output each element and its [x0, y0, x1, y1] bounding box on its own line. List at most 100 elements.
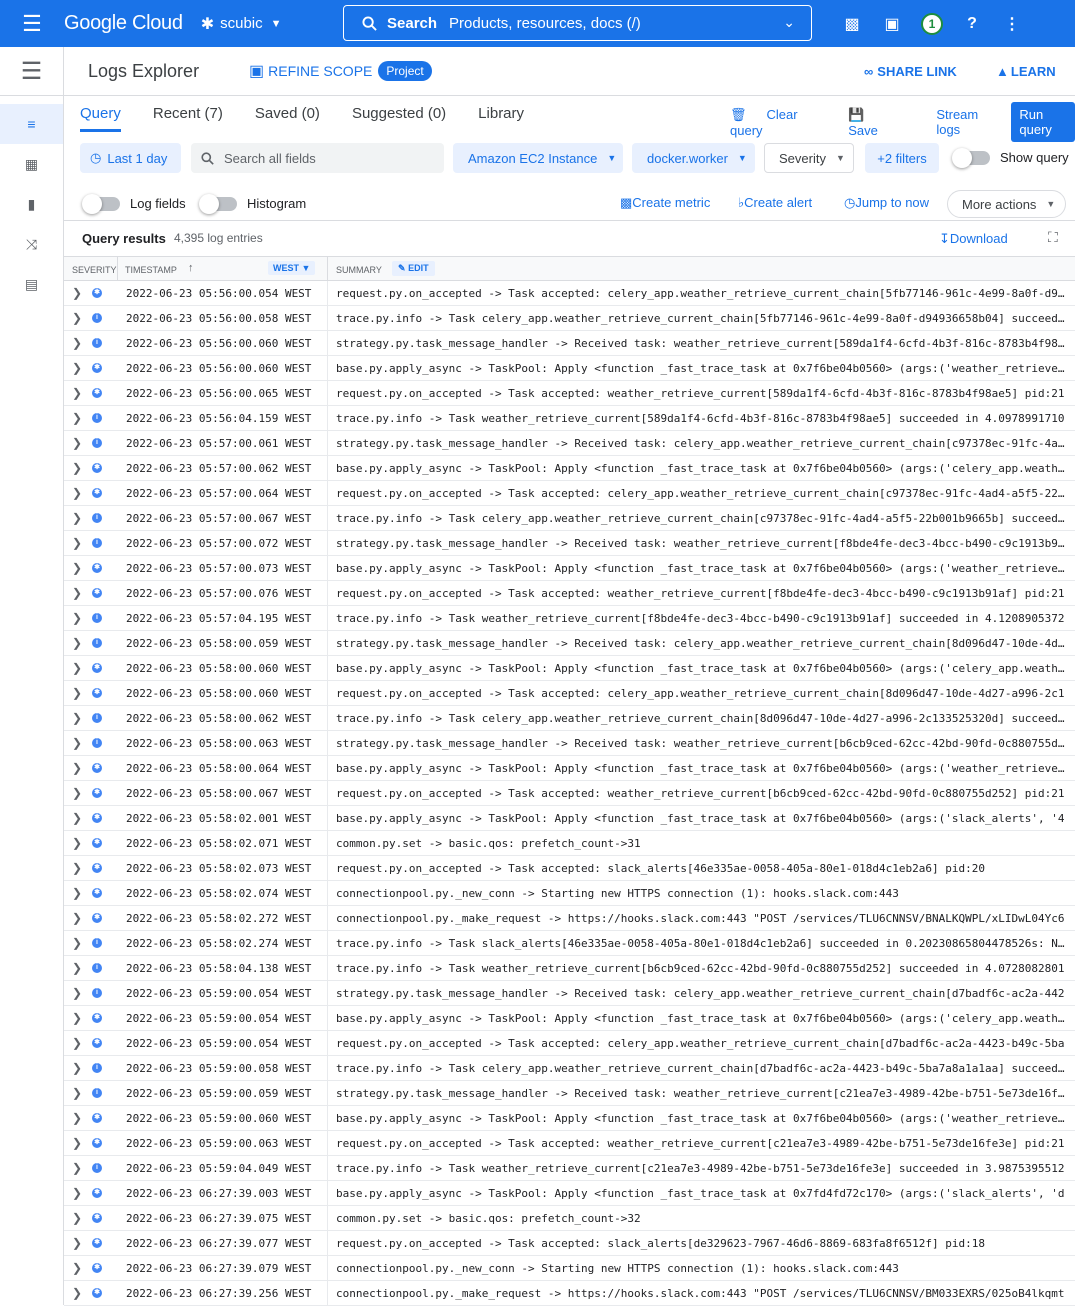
table-row[interactable]: ❯ ✱ 2022-06-23 05:57:00.062 WEST base.py.ap… [64, 456, 1075, 481]
logs-explorer-nav-icon[interactable]: ≡ [0, 104, 63, 144]
expand-chevron-icon[interactable]: ❯ [72, 611, 82, 625]
stream-logs-button[interactable]: Stream logs [936, 107, 991, 137]
refine-scope-button[interactable]: ▣ REFINE SCOPE Project [249, 61, 432, 81]
toggle-switch[interactable] [199, 193, 237, 214]
expand-chevron-icon[interactable]: ❯ [72, 711, 82, 725]
edit-summary-button[interactable]: ✎ EDIT [392, 261, 435, 276]
severity-filter-dropdown[interactable]: Severity ▼ [764, 143, 854, 173]
table-row[interactable]: ❯ ✱ 2022-06-23 05:58:00.060 WEST request.py… [64, 681, 1075, 706]
expand-chevron-icon[interactable]: ❯ [72, 461, 82, 475]
log-fields-toggle[interactable]: Log fields [82, 193, 186, 214]
table-row[interactable]: ❯ i 2022-06-23 05:57:00.061 WEST strategy.p… [64, 431, 1075, 456]
more-filters-chip[interactable]: +2 filters [865, 143, 939, 173]
table-row[interactable]: ❯ ✱ 2022-06-23 05:58:00.067 WEST request.py… [64, 781, 1075, 806]
sort-arrow-icon[interactable]: ↑ [188, 262, 194, 274]
table-row[interactable]: ❯ ✱ 2022-06-23 05:58:00.060 WEST base.py.ap… [64, 656, 1075, 681]
expand-chevron-icon[interactable]: ❯ [72, 886, 82, 900]
table-row[interactable]: ❯ ✱ 2022-06-23 05:57:00.064 WEST request.py… [64, 481, 1075, 506]
timezone-selector[interactable]: WEST ▼ [268, 261, 316, 275]
menu-icon[interactable]: ☰ [0, 11, 64, 37]
table-row[interactable]: ❯ i 2022-06-23 05:58:00.063 WEST strategy.p… [64, 731, 1075, 756]
clear-query-button[interactable]: 🗑 Clear query [730, 107, 828, 138]
table-row[interactable]: ❯ i 2022-06-23 05:59:00.058 WEST trace.py.i… [64, 1056, 1075, 1081]
table-row[interactable]: ❯ ✱ 2022-06-23 05:58:02.073 WEST request.py… [64, 856, 1075, 881]
severity-column-header[interactable]: SEVERITY [72, 265, 117, 275]
expand-chevron-icon[interactable]: ❯ [72, 1161, 82, 1175]
expand-chevron-icon[interactable]: ❯ [72, 1211, 82, 1225]
dashboard-nav-icon[interactable]: ▦ [0, 144, 63, 184]
table-row[interactable]: ❯ ✱ 2022-06-23 05:59:00.054 WEST request.py… [64, 1031, 1075, 1056]
table-row[interactable]: ❯ ✱ 2022-06-23 05:58:02.001 WEST base.py.ap… [64, 806, 1075, 831]
table-row[interactable]: ❯ ✱ 2022-06-23 05:58:02.074 WEST connection… [64, 881, 1075, 906]
create-alert-button[interactable]: ♭Create alert [738, 195, 812, 211]
expand-chevron-icon[interactable]: ❯ [72, 536, 82, 550]
expand-chevron-icon[interactable]: ❯ [72, 1011, 82, 1025]
table-row[interactable]: ❯ i 2022-06-23 05:59:00.054 WEST strategy.p… [64, 981, 1075, 1006]
expand-chevron-icon[interactable]: ❯ [72, 1286, 82, 1300]
table-row[interactable]: ❯ ✱ 2022-06-23 05:56:00.065 WEST request.py… [64, 381, 1075, 406]
expand-chevron-icon[interactable]: ❯ [72, 936, 82, 950]
expand-chevron-icon[interactable]: ❯ [72, 1186, 82, 1200]
create-metric-button[interactable]: ▩Create metric [620, 195, 710, 211]
expand-chevron-icon[interactable]: ❯ [72, 1136, 82, 1150]
time-range-chip[interactable]: ◷ Last 1 day [80, 143, 181, 173]
tab-query[interactable]: Query [64, 105, 137, 132]
tab-recent[interactable]: Recent (7) [137, 105, 239, 132]
table-row[interactable]: ❯ ✱ 2022-06-23 06:27:39.003 WEST base.py.ap… [64, 1181, 1075, 1206]
table-row[interactable]: ❯ i 2022-06-23 05:57:00.067 WEST trace.py.i… [64, 506, 1075, 531]
table-row[interactable]: ❯ ✱ 2022-06-23 05:58:02.272 WEST connection… [64, 906, 1075, 931]
table-row[interactable]: ❯ ✱ 2022-06-23 06:27:39.077 WEST request.py… [64, 1231, 1075, 1256]
expand-chevron-icon[interactable]: ❯ [72, 286, 82, 300]
expand-chevron-icon[interactable]: ❯ [72, 786, 82, 800]
expand-chevron-icon[interactable]: ❯ [72, 811, 82, 825]
table-row[interactable]: ❯ ✱ 2022-06-23 05:57:00.076 WEST request.py… [64, 581, 1075, 606]
search-all-fields-input[interactable]: Search all fields [191, 143, 444, 173]
run-query-button[interactable]: Run query [1011, 102, 1075, 142]
expand-chevron-icon[interactable]: ❯ [72, 411, 82, 425]
expand-chevron-icon[interactable]: ❯ [72, 1086, 82, 1100]
expand-chevron-icon[interactable]: ❯ [72, 1261, 82, 1275]
expand-chevron-icon[interactable]: ❯ [72, 686, 82, 700]
table-row[interactable]: ❯ ✱ 2022-06-23 06:27:39.256 WEST connection… [64, 1281, 1075, 1306]
expand-chevron-icon[interactable]: ❯ [72, 361, 82, 375]
chevron-down-icon[interactable]: ⌄ [783, 14, 795, 31]
expand-chevron-icon[interactable]: ❯ [72, 736, 82, 750]
metrics-nav-icon[interactable]: ▮ [0, 184, 63, 224]
table-row[interactable]: ❯ ✱ 2022-06-23 05:59:00.054 WEST base.py.ap… [64, 1006, 1075, 1031]
more-vert-icon[interactable]: ⋮ [992, 14, 1032, 34]
learn-button[interactable]: ▲ LEARN [996, 64, 1056, 79]
table-row[interactable]: ❯ ✱ 2022-06-23 05:58:02.071 WEST common.py.… [64, 831, 1075, 856]
expand-chevron-icon[interactable]: ❯ [72, 636, 82, 650]
table-row[interactable]: ❯ i 2022-06-23 05:59:04.049 WEST trace.py.i… [64, 1156, 1075, 1181]
table-row[interactable]: ❯ i 2022-06-23 05:57:00.072 WEST strategy.p… [64, 531, 1075, 556]
cloud-shell-icon[interactable]: ▣ [872, 14, 912, 34]
expand-chevron-icon[interactable]: ❯ [72, 436, 82, 450]
table-row[interactable]: ❯ ✱ 2022-06-23 05:56:00.060 WEST base.py.ap… [64, 356, 1075, 381]
expand-chevron-icon[interactable]: ❯ [72, 586, 82, 600]
table-row[interactable]: ❯ i 2022-06-23 05:59:00.059 WEST strategy.p… [64, 1081, 1075, 1106]
storage-nav-icon[interactable]: ▤ [0, 264, 63, 304]
expand-chevron-icon[interactable]: ❯ [72, 511, 82, 525]
gift-icon[interactable]: ▩ [832, 14, 872, 34]
expand-chevron-icon[interactable]: ❯ [72, 336, 82, 350]
table-row[interactable]: ❯ i 2022-06-23 05:58:02.274 WEST trace.py.i… [64, 931, 1075, 956]
log-name-filter-dropdown[interactable]: docker.worker ▼ [632, 143, 755, 173]
show-query-toggle[interactable]: Show query [952, 147, 1069, 168]
expand-chevron-icon[interactable]: ❯ [72, 836, 82, 850]
tab-saved[interactable]: Saved (0) [239, 105, 336, 132]
notifications-button[interactable]: 1 [912, 12, 952, 35]
resource-filter-dropdown[interactable]: Amazon EC2 Instance ▼ [453, 143, 623, 173]
table-row[interactable]: ❯ ✱ 2022-06-23 05:59:00.060 WEST base.py.ap… [64, 1106, 1075, 1131]
table-row[interactable]: ❯ ✱ 2022-06-23 06:27:39.075 WEST common.py.… [64, 1206, 1075, 1231]
more-actions-dropdown[interactable]: More actions ▼ [947, 190, 1067, 218]
share-link-button[interactable]: ∞ SHARE LINK [864, 64, 957, 79]
expand-chevron-icon[interactable]: ❯ [72, 486, 82, 500]
table-row[interactable]: ❯ ✱ 2022-06-23 05:59:00.063 WEST request.py… [64, 1131, 1075, 1156]
search-input[interactable]: Search Products, resources, docs (/) ⌄ [343, 5, 812, 41]
table-row[interactable]: ❯ ✱ 2022-06-23 05:57:00.073 WEST base.py.ap… [64, 556, 1075, 581]
table-row[interactable]: ❯ i 2022-06-23 05:56:00.060 WEST strategy.p… [64, 331, 1075, 356]
expand-chevron-icon[interactable]: ❯ [72, 911, 82, 925]
tab-library[interactable]: Library [462, 105, 540, 132]
expand-chevron-icon[interactable]: ❯ [72, 386, 82, 400]
toggle-switch[interactable] [82, 193, 120, 214]
